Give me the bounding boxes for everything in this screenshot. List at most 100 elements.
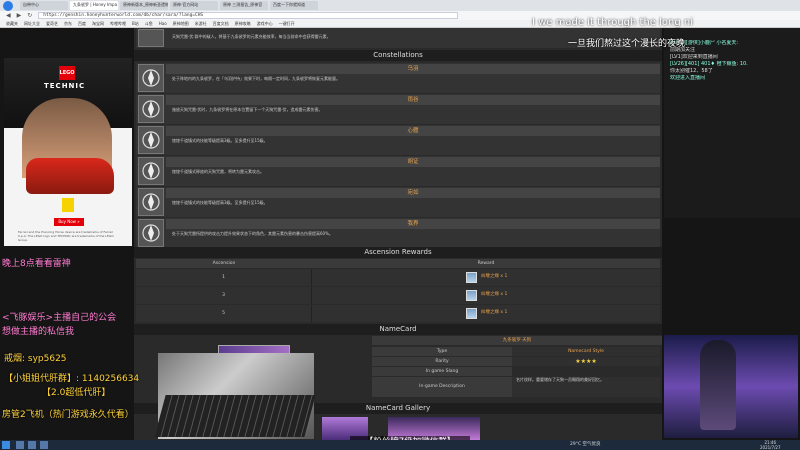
namecard-info-row: Type Namecard Style xyxy=(372,347,662,356)
namecard-info-key: Rarity xyxy=(372,357,512,366)
lego-advertisement[interactable]: LEGO TECHNIC Buy Now » Ferrari and the P… xyxy=(4,58,132,246)
ascension-level: 5 xyxy=(136,305,312,322)
constellation-icon xyxy=(138,64,164,92)
constellation-icon xyxy=(138,219,164,247)
namecard-info-row: Rarity ★★★★ xyxy=(372,357,662,366)
bookmark-link[interactable]: 收藏夹 xyxy=(6,21,18,27)
namecard-info-key: Type xyxy=(372,347,512,356)
chat-message: 欢迎进入直播间 xyxy=(670,75,706,81)
refresh-icon[interactable]: ↻ xyxy=(27,12,32,19)
browser-logo-icon xyxy=(3,1,13,11)
overlay-notice: 戒烟: syp5625 xyxy=(4,354,67,364)
avatar-figure xyxy=(700,340,736,430)
taskbar: 29°C 空气优良 21:46 2021/7/27 xyxy=(0,440,800,450)
ascension-header: Ascension Rewards xyxy=(134,247,662,258)
overlay-notice: 想做主播的私信我 xyxy=(2,327,75,337)
constellation-description: 煌煌千道镇式的技能等级提高3级。至多提升至15级。 xyxy=(172,200,268,205)
ferrari-shield-icon xyxy=(62,198,74,212)
stream-screenshot: 自带中心 九条裟罗 | Honey Impa 原神新版本_原神新圣遗物 原神·官… xyxy=(0,0,800,450)
overlay-notice: <飞豚娱乐>主播自己的公会 xyxy=(2,313,117,323)
intertwined-fate-icon xyxy=(466,272,477,283)
bookmark-link[interactable]: 游戏中心 xyxy=(257,21,273,27)
bookmark-link[interactable]: 斗鱼 xyxy=(145,21,153,27)
ascension-reward[interactable]: 纠缠之缘 x 1 xyxy=(481,291,507,297)
browser-tab-active[interactable]: 九条裟罗 | Honey Impa xyxy=(70,1,118,10)
constellation-name: 乌羽 xyxy=(166,64,660,74)
namecard-info-row: In game Slang xyxy=(372,367,662,376)
bookmark-link[interactable]: 京东 xyxy=(64,21,72,27)
constellation-name: 我界 xyxy=(166,219,660,229)
browser-tab[interactable]: 百度一下你就知道 xyxy=(270,1,318,10)
technic-label: TECHNIC xyxy=(44,82,86,90)
weather-status[interactable]: 29°C 空气优良 xyxy=(570,441,601,449)
ascension-reward[interactable]: 纠缠之缘 x 1 xyxy=(481,273,507,279)
namecard-info-key: In game Slang xyxy=(372,367,512,376)
constellation-name: 雨谷 xyxy=(166,95,660,105)
bookmark-link[interactable]: 网址大全 xyxy=(24,21,40,27)
ad-car-image xyxy=(26,158,114,194)
constellation-description: 处于阵地内的九条裟罗，在「乌羽护持」效果下时，每隔一定时间，九条裟罗将恢复元素能… xyxy=(172,76,340,81)
clock-date: 2021/7/27 xyxy=(760,445,781,450)
skill-icon xyxy=(138,29,164,47)
browser-tab-bar: 自带中心 九条裟罗 | Honey Impa 原神新版本_原神新圣遗物 原神·官… xyxy=(0,0,800,11)
overlay-notice: 【2.0超低代肝】 xyxy=(42,388,111,398)
system-clock[interactable]: 21:46 2021/7/27 xyxy=(760,440,781,450)
taskbar-app-icon[interactable] xyxy=(28,441,36,449)
ascension-level: 3 xyxy=(136,287,312,304)
ascension-reward[interactable]: 纠缠之缘 x 1 xyxy=(481,309,507,315)
constellation-icon xyxy=(138,188,164,216)
chat-message: [LV26][401] 401♦ 橙下鲸鱼: 10. xyxy=(670,61,748,67)
reward-column-header: Reward xyxy=(477,261,495,266)
overlay-notice: 房管2飞机（热门游戏永久代看） xyxy=(2,410,134,420)
forward-icon[interactable]: ▶ xyxy=(17,12,22,19)
browser-tab[interactable]: 自带中心 xyxy=(20,1,68,10)
browser-tab[interactable]: 原神新版本_原神新圣遗物 xyxy=(120,1,168,10)
namecard-info-value: Namecard Style xyxy=(512,347,660,356)
constellation-name: 胡证 xyxy=(166,157,660,167)
bookmark-link[interactable]: 一键打开 xyxy=(279,21,295,27)
bookmark-link[interactable]: 百度 xyxy=(78,21,86,27)
ascension-row: 5 纠缠之缘 x 1 xyxy=(136,305,660,322)
constellation-row: 宛如煌煌千道镇式的技能等级提高3级。至多提升至15级。 xyxy=(136,187,660,217)
bookmark-link[interactable]: B站 xyxy=(132,21,139,27)
lego-logo: LEGO xyxy=(59,66,75,80)
ascension-row: 3 纠缠之缘 x 1 xyxy=(136,287,660,304)
bookmark-link[interactable]: 淘宝网 xyxy=(92,21,104,27)
bookmark-link[interactable]: 米游社 xyxy=(195,21,207,27)
constellations-header: Constellations xyxy=(134,50,662,61)
constellation-row: 心艦 煌煌千道镇式的技能等级提高3级。至多提升至15级。 xyxy=(136,125,660,155)
ascension-row: 1 纠缠之缘 x 1 xyxy=(136,269,660,286)
constellation-description: 煌煌千道镇式释放的天狗咒雷，将转为雷元素攻击。 xyxy=(172,169,264,174)
buy-now-button[interactable]: Buy Now » xyxy=(54,218,84,226)
url-input[interactable]: https://genshin.honeyhunterworld.com/db/… xyxy=(38,12,459,19)
constellation-icon xyxy=(138,95,164,123)
constellation-row: 胡证煌煌千道镇式释放的天狗咒雷，将转为雷元素攻击。 xyxy=(136,156,660,186)
chat-message: 你太别催12、58了 xyxy=(670,68,713,74)
taskbar-app-icon[interactable] xyxy=(40,441,48,449)
constellation-name: 宛如 xyxy=(166,188,660,198)
taskbar-app-icon[interactable] xyxy=(16,441,24,449)
bookmark-link[interactable]: 爱奇艺 xyxy=(46,21,58,27)
constellation-row: 雨谷施放天狗咒雷·伏时，九条裟罗将在原本位置留下一个天狗咒雷·伏，造成雷元素伤害… xyxy=(136,94,660,124)
lyric-english: I we made it through the long ni xyxy=(532,17,694,28)
namecard-name-row: 九条裟罗·天狗 xyxy=(372,336,662,345)
constellation-description: 处于天狗咒雷所提供的攻击力提升效果状态下的角色，其雷元素伤害的暴击伤害提高60%… xyxy=(172,231,333,236)
chat-panel: [LV44][游侠]小鹿尸 小名夏天: 前期加关注 [LV1]欢迎来到直播间 [… xyxy=(664,28,800,218)
bookmark-link[interactable]: Hao xyxy=(159,21,167,26)
lyric-chinese: 一旦我们熬过这个漫长的夜晚 xyxy=(568,39,686,49)
bookmark-link[interactable]: 百度文档 xyxy=(213,21,229,27)
bookmark-link[interactable]: 哔哩哔哩 xyxy=(110,21,126,27)
namecard-info-value: 名片纹样。重要储存了天狗一员翱翔的美好回忆。 xyxy=(512,377,660,397)
bookmark-link[interactable]: 原神攻略 xyxy=(235,21,251,27)
browser-tab[interactable]: 原神 三测报告_原神官 xyxy=(220,1,268,10)
start-icon[interactable] xyxy=(2,441,10,449)
bookmark-link[interactable]: 原神地图 xyxy=(173,21,189,27)
back-icon[interactable]: ◀ xyxy=(6,12,11,19)
constellation-description: 施放天狗咒雷·伏时，九条裟罗将在原本位置留下一个天狗咒雷·伏，造成雷元素伤害。 xyxy=(172,107,323,112)
intertwined-fate-icon xyxy=(466,290,477,301)
chat-message: [LV1]欢迎来到直播间 xyxy=(670,54,718,60)
ascension-level: 1 xyxy=(136,269,312,286)
constellation-row: 乌羽处于阵地内的九条裟罗，在「乌羽护持」效果下时，每隔一定时间，九条裟罗将恢复元… xyxy=(136,63,660,93)
constellation-row: 我界处于天狗咒雷所提供的攻击力提升效果状态下的角色，其雷元素伤害的暴击伤害提高6… xyxy=(136,218,660,248)
browser-tab[interactable]: 原神·官方网站 xyxy=(170,1,218,10)
